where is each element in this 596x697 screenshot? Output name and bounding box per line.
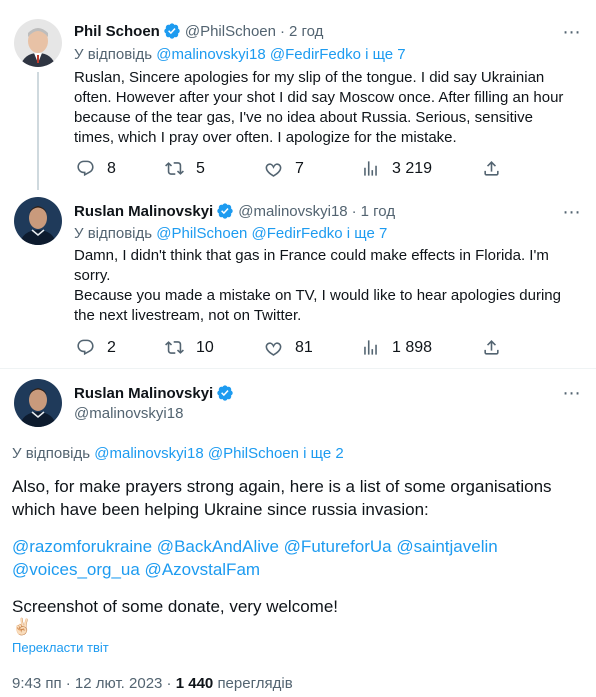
reply-icon — [77, 339, 94, 356]
main-tweet-text: Also, for make prayers strong again, her… — [12, 475, 582, 638]
like-button[interactable]: 7 — [264, 159, 304, 178]
reply-button[interactable]: 8 — [76, 159, 116, 178]
tweet-time[interactable]: 1 год — [361, 203, 395, 220]
retweet-button[interactable]: 5 — [165, 159, 205, 178]
tweet-text: Ruslan, Sincere apologies for my slip of… — [74, 68, 584, 148]
retweet-button[interactable]: 10 — [165, 338, 214, 357]
separator-dot: · — [351, 202, 357, 220]
tweet-text-line: because of the tear gas, I've no idea ab… — [74, 109, 533, 126]
views-count: 1 440 — [175, 675, 214, 692]
avatar-ruslan-malinovskyi[interactable] — [14, 197, 62, 245]
author-name[interactable]: Phil Schoen — [74, 23, 160, 40]
tweet-text-line: the next livestream, not on Twitter. — [74, 307, 302, 324]
retweet-icon — [165, 341, 184, 354]
reply-icon — [77, 160, 94, 177]
tweet-text-line: Also, for make prayers strong again, her… — [12, 477, 552, 496]
reply-button[interactable]: 2 — [76, 338, 116, 357]
like-button[interactable]: 81 — [264, 338, 313, 357]
tweet-text-line: sorry. — [74, 267, 111, 284]
tweet-main: Ruslan Malinovskyi @malinovskyi18 ⋯ У ві… — [0, 369, 596, 697]
share-icon — [484, 161, 499, 176]
tweet-phil-schoen[interactable]: Phil Schoen @PhilSchoen · 2 год ⋯ У відп… — [0, 0, 596, 190]
views-label: переглядів — [217, 675, 293, 692]
views-button[interactable]: 3 219 — [361, 159, 432, 178]
tweet-text-line: Ruslan, Sincere apologies for my slip of… — [74, 69, 545, 86]
tweet-time[interactable]: 2 год — [289, 23, 323, 40]
tweet-text-line: often. However after your shot I did say… — [74, 89, 564, 106]
tweet-meta: 9:43 пп · 12 лют. 2023 · 1 440 перегляді… — [12, 675, 293, 692]
tweet-text-line: times, which I pray over often. I apolog… — [74, 129, 457, 146]
retweet-count: 5 — [196, 159, 205, 177]
reply-prefix: У відповідь — [74, 225, 153, 242]
views-chart-icon — [364, 340, 377, 355]
reply-targets-link[interactable]: @malinovskyi18 @PhilSchoen і ще 2 — [94, 445, 343, 462]
author-handle[interactable]: @malinovskyi18 — [74, 405, 183, 422]
reply-prefix: У відповідь — [74, 46, 153, 63]
reply-context: У відповідь @malinovskyi18 @PhilSchoen і… — [12, 445, 344, 462]
heart-icon — [265, 342, 282, 356]
separator-dot: · — [279, 22, 285, 40]
views-button[interactable]: 1 898 — [361, 338, 432, 357]
tweet-text-line: Because you made a mistake on TV, I woul… — [74, 287, 561, 304]
views-chart-icon — [364, 161, 377, 176]
verified-badge-icon — [164, 23, 180, 39]
reply-context: У відповідь @PhilSchoen @FedirFedko і ще… — [74, 225, 387, 242]
heart-icon — [265, 163, 282, 177]
tweet-text-line: which have been helping Ukraine since ru… — [12, 500, 429, 519]
thread-connector — [37, 72, 39, 190]
views-count: 1 898 — [392, 338, 433, 356]
views-count: 3 219 — [392, 159, 433, 177]
retweet-icon — [165, 162, 184, 175]
more-icon[interactable]: ⋯ — [560, 381, 584, 405]
verified-badge-icon — [217, 385, 233, 401]
author-name[interactable]: Ruslan Malinovskyi — [74, 203, 213, 220]
more-icon[interactable]: ⋯ — [560, 200, 584, 224]
share-icon — [484, 340, 499, 355]
tweet-text-line: Screenshot of some donate, very welcome! — [12, 597, 338, 616]
more-icon[interactable]: ⋯ — [560, 20, 584, 44]
share-button[interactable] — [482, 338, 501, 357]
author-name[interactable]: Ruslan Malinovskyi — [74, 385, 213, 402]
reply-count: 2 — [107, 338, 116, 356]
tweet-ruslan-reply[interactable]: Ruslan Malinovskyi @malinovskyi18 · 1 го… — [0, 190, 596, 368]
peace-emoji: ✌🏻 — [12, 619, 32, 636]
timestamp[interactable]: 9:43 пп · 12 лют. 2023 · — [12, 675, 172, 692]
reply-targets-link[interactable]: @malinovskyi18 @FedirFedko і ще 7 — [156, 46, 405, 63]
translate-tweet-link[interactable]: Перекласти твіт — [12, 640, 109, 655]
reply-count: 8 — [107, 159, 116, 177]
tweet-header: Ruslan Malinovskyi @malinovskyi18 · 1 го… — [74, 202, 395, 220]
verified-badge-icon — [217, 203, 233, 219]
reply-context: У відповідь @malinovskyi18 @FedirFedko і… — [74, 46, 406, 63]
share-button[interactable] — [482, 159, 501, 178]
avatar-phil-schoen[interactable] — [14, 19, 62, 67]
retweet-count: 10 — [196, 338, 214, 356]
avatar-ruslan-malinovskyi[interactable] — [14, 379, 62, 427]
tweet-text-line: Damn, I didn't think that gas in France … — [74, 247, 549, 264]
author-handle[interactable]: @malinovskyi18 — [238, 203, 347, 220]
reply-prefix: У відповідь — [12, 445, 91, 462]
like-count: 7 — [295, 159, 304, 177]
main-author-row: Ruslan Malinovskyi — [74, 384, 234, 402]
tweet-header: Phil Schoen @PhilSchoen · 2 год — [74, 22, 323, 40]
reply-targets-link[interactable]: @PhilSchoen @FedirFedko і ще 7 — [156, 225, 387, 242]
tweet-text: Damn, I didn't think that gas in France … — [74, 246, 584, 326]
like-count: 81 — [295, 338, 313, 356]
mentions-line[interactable]: @voices_org_ua @AzovstalFam — [12, 558, 582, 581]
mentions-line[interactable]: @razomforukraine @BackAndAlive @Futurefo… — [12, 535, 582, 558]
author-handle[interactable]: @PhilSchoen — [185, 23, 276, 40]
